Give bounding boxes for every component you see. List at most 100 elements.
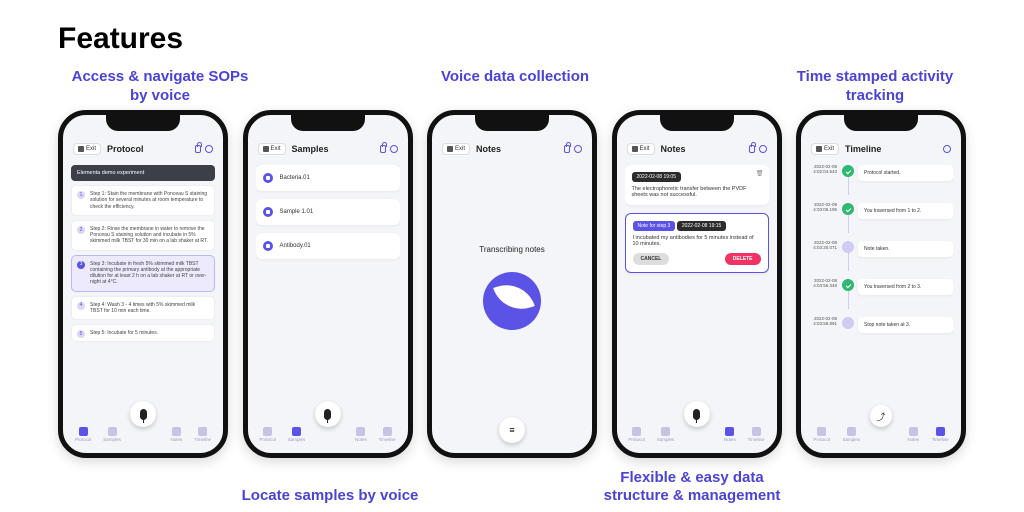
samples-icon — [661, 427, 670, 436]
header: Exit Samples — [254, 137, 402, 161]
timeline-icon — [198, 427, 207, 436]
tab-protocol[interactable]: Protocol — [259, 427, 276, 442]
timeline-line — [841, 165, 855, 195]
protocol-step[interactable]: 2Step 2: Rinse the membrane in water to … — [71, 220, 215, 251]
page-title: Features — [58, 22, 183, 56]
notch-icon — [660, 115, 734, 131]
timeline-icon — [752, 427, 761, 436]
sample-card[interactable]: Sample 1.01 — [256, 199, 400, 225]
tab-samples[interactable]: Samples — [657, 427, 675, 442]
tab-notes[interactable]: Notes — [724, 427, 736, 442]
protocol-step[interactable]: 5Step 5: Incubate for 5 minutes. — [71, 324, 215, 342]
timestamp-chip: 2022-02-08 19:15 — [677, 221, 726, 231]
info-icon[interactable] — [390, 145, 398, 153]
note-dot-icon — [842, 241, 854, 253]
header: Exit Protocol — [69, 137, 217, 161]
mic-icon — [140, 409, 147, 420]
experiment-banner: Elementa demo experiment — [71, 165, 215, 181]
cancel-button[interactable]: CANCEL — [633, 253, 670, 265]
step-number-icon: 3 — [77, 261, 85, 269]
tab-notes[interactable]: Notes — [907, 427, 919, 442]
note-card[interactable]: 🗑 2022-02-08 19:05 The electrophoretic t… — [625, 165, 769, 205]
samples-icon — [292, 427, 301, 436]
bottom-nav: Protocol Samples Notes Timeline — [63, 421, 223, 447]
protocol-icon — [263, 427, 272, 436]
notch-icon — [291, 115, 365, 131]
phone-samples: Exit Samples Bacteria.01 Sample 1.01 Ant… — [243, 110, 413, 458]
timeline-row[interactable]: 2022-02-08 4:03:56.348 You traversed from… — [809, 279, 953, 309]
note-card-selected[interactable]: Note for step 3 2022-02-08 19:15 I incub… — [625, 213, 769, 273]
menu-button[interactable]: ≡ — [499, 417, 525, 443]
lock-icon[interactable] — [380, 145, 386, 153]
info-icon[interactable] — [943, 145, 951, 153]
header: Exit Notes — [438, 137, 586, 161]
tab-notes[interactable]: Notes — [171, 427, 183, 442]
protocol-step[interactable]: 4Step 4: Wash 3 - 4 times with 5% skimme… — [71, 296, 215, 321]
notes-icon — [725, 427, 734, 436]
timeline-event: You traversed from 2 to 3. — [858, 279, 953, 295]
exit-button[interactable]: Exit — [627, 143, 655, 155]
phone-notes: Exit Notes 🗑 2022-02-08 19:05 The electr… — [612, 110, 782, 458]
tab-protocol[interactable]: Protocol — [813, 427, 830, 442]
timeline-event: Protocol started. — [858, 165, 953, 181]
tab-samples[interactable]: Samples — [288, 427, 306, 442]
timeline-row[interactable]: 2022-02-08 4:02:04.543Protocol started. — [809, 165, 953, 195]
protocol-step-active[interactable]: 3Step 3: Incubate in fresh 5% skimmed mi… — [71, 255, 215, 292]
phone-timeline: Exit Timeline 2022-02-08 4:02:04.543Prot… — [796, 110, 966, 458]
info-icon[interactable] — [574, 145, 582, 153]
tab-label: Timeline — [748, 437, 765, 442]
sample-card[interactable]: Bacteria.01 — [256, 165, 400, 191]
tab-notes[interactable]: Notes — [355, 427, 367, 442]
timeline-time: 2022-02-08 4:03:20.071 — [809, 241, 841, 251]
timeline-row[interactable]: 2022-02-08 4:03:58.891Stop note taken at… — [809, 317, 953, 333]
delete-button[interactable]: DELETE — [725, 253, 761, 265]
step-text: Step 5: Incubate for 5 minutes. — [90, 330, 158, 336]
tab-label: Notes — [355, 437, 367, 442]
tab-samples[interactable]: Samples — [843, 427, 861, 442]
exit-label: Exit — [824, 146, 834, 152]
transcribing-label: Transcribing notes — [479, 245, 545, 254]
timeline-line — [841, 203, 855, 233]
step-number-icon: 1 — [77, 191, 85, 199]
check-dot-icon — [842, 203, 854, 215]
timeline-icon — [383, 427, 392, 436]
lock-icon[interactable] — [564, 145, 570, 153]
delete-note-icon[interactable]: 🗑 — [756, 170, 764, 177]
tab-samples[interactable]: Samples — [103, 427, 121, 442]
exit-button[interactable]: Exit — [442, 143, 470, 155]
notch-icon — [475, 115, 549, 131]
exit-button[interactable]: Exit — [73, 143, 101, 155]
exit-button[interactable]: Exit — [258, 143, 286, 155]
lock-icon[interactable] — [749, 145, 755, 153]
tab-timeline[interactable]: Timeline — [379, 427, 396, 442]
caption-voice-data: Voice data collection — [440, 68, 590, 87]
timeline-row[interactable]: 2022-02-08 4:03:20.071Note taken. — [809, 241, 953, 271]
step-text: Step 4: Wash 3 - 4 times with 5% skimmed… — [90, 302, 195, 314]
protocol-step[interactable]: 1Step 1: Stain the membrane with Ponceau… — [71, 185, 215, 216]
timeline-time: 2022-02-08 4:03:56.348 — [809, 279, 841, 289]
mic-icon — [693, 409, 700, 420]
exit-button[interactable]: Exit — [811, 143, 839, 155]
notes-icon — [356, 427, 365, 436]
timeline-row[interactable]: 2022-02-08 4:03:06.195You traversed from… — [809, 203, 953, 233]
samples-icon — [847, 427, 856, 436]
sample-card[interactable]: Antibody.01 — [256, 233, 400, 259]
tab-timeline[interactable]: Timeline — [194, 427, 211, 442]
info-icon[interactable] — [205, 145, 213, 153]
protocol-icon — [632, 427, 641, 436]
lock-icon[interactable] — [195, 145, 201, 153]
timeline-line — [841, 241, 855, 271]
caption-locate-samples: Locate samples by voice — [240, 487, 420, 506]
timeline-event: You traversed from 1 to 2. — [858, 203, 953, 219]
tab-label: Timeline — [932, 437, 949, 442]
info-icon[interactable] — [759, 145, 767, 153]
tab-timeline[interactable]: Timeline — [932, 427, 949, 442]
tab-label: Protocol — [259, 437, 276, 442]
tab-protocol[interactable]: Protocol — [628, 427, 645, 442]
tab-protocol[interactable]: Protocol — [75, 427, 92, 442]
timestamp-chip: 2022-02-08 19:05 — [632, 172, 681, 182]
exit-icon — [816, 146, 822, 152]
exit-icon — [632, 146, 638, 152]
tab-timeline[interactable]: Timeline — [748, 427, 765, 442]
sample-icon — [263, 173, 273, 183]
